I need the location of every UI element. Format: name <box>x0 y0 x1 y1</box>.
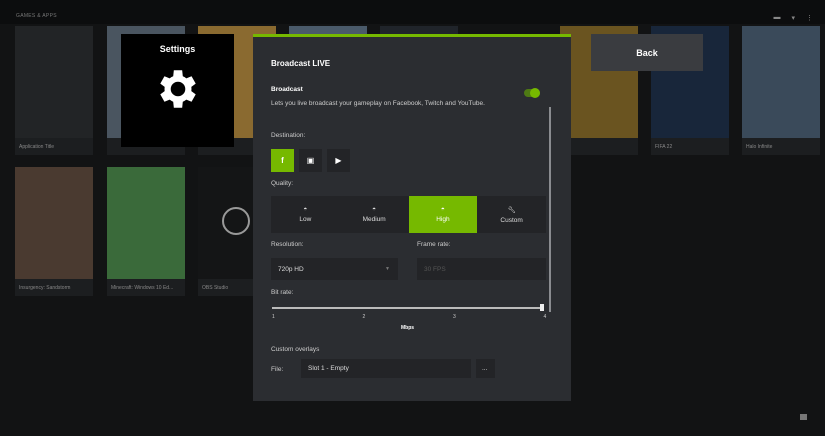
broadcast-panel: Broadcast LIVE Broadcast Lets you live b… <box>253 34 571 401</box>
chat-icon[interactable] <box>800 414 807 420</box>
twitch-icon: ▣ <box>306 156 315 165</box>
game-cover <box>15 167 93 279</box>
back-button[interactable]: Back <box>591 34 703 71</box>
framerate-label: Frame rate: <box>417 241 451 248</box>
resolution-label: Resolution: <box>271 241 304 248</box>
panel-title: Broadcast LIVE <box>271 59 331 68</box>
game-cover <box>15 26 93 138</box>
wifi-icon[interactable]: ▾ <box>791 14 795 22</box>
quality-medium-label: Medium <box>362 216 386 223</box>
chevron-down-icon: ▼ <box>385 266 390 272</box>
bitrate-tick: 2 <box>362 314 366 320</box>
game-title: OBS Studio <box>202 285 229 291</box>
overlays-label: Custom overlays <box>271 346 320 353</box>
quality-custom[interactable]: 🔧︎ Custom <box>477 196 546 233</box>
wrench-icon: 🔧︎ <box>507 206 516 214</box>
top-icons: ▬ ▾ ⋮ <box>773 14 813 22</box>
quality-selector: ◓ Low ◓ Medium ◓ High 🔧︎ Custom <box>271 196 546 233</box>
twitch-button[interactable]: ▣ <box>299 149 322 172</box>
more-icon[interactable]: ⋮ <box>806 14 813 22</box>
settings-tile[interactable]: Settings <box>121 34 234 147</box>
framerate-value: 30 FPS <box>424 265 446 273</box>
quality-medium[interactable]: ◓ Medium <box>340 196 409 233</box>
game-cover <box>742 26 820 138</box>
youtube-icon: ▶ <box>335 156 342 165</box>
game-tile[interactable]: Application Title <box>15 26 93 155</box>
bitrate-unit: Mbps <box>401 325 415 331</box>
file-input[interactable]: Slot 1 - Empty <box>301 359 471 378</box>
scrollbar[interactable] <box>549 107 551 312</box>
bitrate-label: Bit rate: <box>271 289 294 296</box>
game-tile[interactable]: Halo Infinite <box>742 26 820 155</box>
section-title: GAMES & APPS <box>16 13 57 19</box>
broadcast-description: Lets you live broadcast your gameplay on… <box>271 100 485 107</box>
bitrate-tick: 1 <box>272 314 275 320</box>
notification-icon[interactable]: ▬ <box>773 14 780 22</box>
bitrate-slider[interactable] <box>272 307 544 309</box>
game-tile[interactable]: Insurgency: Sandstorm <box>15 167 93 296</box>
game-title: Minecraft: Windows 10 Ed... <box>111 285 174 291</box>
resolution-dropdown[interactable]: 720p HD ▼ <box>271 258 398 280</box>
game-title: FIFA 22 <box>655 144 673 150</box>
quality-high-label: High <box>436 216 450 223</box>
game-tile[interactable]: Minecraft: Windows 10 Ed... <box>107 167 185 296</box>
game-title: Insurgency: Sandstorm <box>19 285 71 291</box>
file-value: Slot 1 - Empty <box>308 365 349 372</box>
facebook-icon: f <box>281 156 284 165</box>
youtube-button[interactable]: ▶ <box>327 149 350 172</box>
gauge-medium-icon: ◓ <box>372 206 377 213</box>
destination-label: Destination: <box>271 132 306 139</box>
broadcast-toggle[interactable] <box>524 88 540 98</box>
obs-icon <box>222 207 250 235</box>
gauge-high-icon: ◓ <box>440 206 445 213</box>
bitrate-slider-handle[interactable] <box>540 304 544 311</box>
quality-custom-label: Custom <box>500 216 523 224</box>
browse-button[interactable]: ... <box>476 359 495 378</box>
settings-title: Settings <box>159 44 196 54</box>
file-label: File: <box>271 366 284 373</box>
gauge-low-icon: ◓ <box>303 206 308 213</box>
game-title: Halo Infinite <box>746 144 773 150</box>
quality-low-label: Low <box>299 216 312 223</box>
top-bar <box>0 0 825 24</box>
game-title: Application Title <box>19 144 55 150</box>
framerate-dropdown: 30 FPS <box>417 258 546 280</box>
resolution-value: 720p HD <box>278 265 304 273</box>
broadcast-label: Broadcast <box>271 86 303 93</box>
bitrate-tick: 4 <box>543 314 547 320</box>
game-cover <box>107 167 185 279</box>
bitrate-tick: 3 <box>453 314 456 320</box>
gear-icon <box>159 70 196 108</box>
quality-low[interactable]: ◓ Low <box>271 196 340 233</box>
quality-label: Quality: <box>271 180 294 187</box>
quality-high[interactable]: ◓ High <box>408 196 478 233</box>
facebook-button[interactable]: f <box>271 149 294 172</box>
